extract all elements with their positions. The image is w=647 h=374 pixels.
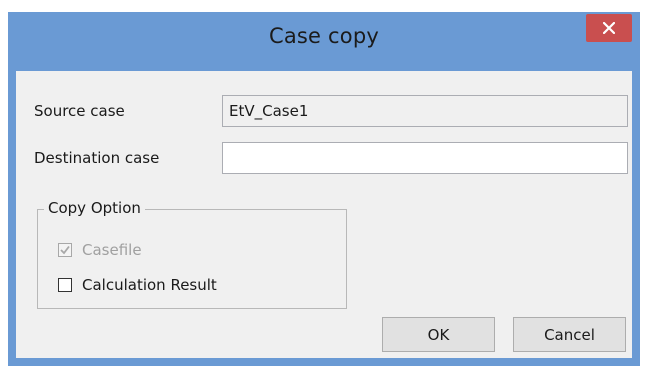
copy-option-group: Copy Option Casefile Calculation Result (37, 199, 347, 309)
dialog-content: Source case EtV_Case1 Destination case C… (16, 71, 632, 358)
calculation-result-option[interactable]: Calculation Result (58, 276, 217, 294)
casefile-checkbox (58, 243, 72, 257)
cancel-button[interactable]: Cancel (513, 317, 626, 352)
destination-case-input[interactable] (222, 142, 628, 174)
calculation-result-checkbox[interactable] (58, 278, 72, 292)
title-bar[interactable]: Case copy (8, 12, 640, 72)
source-case-field: EtV_Case1 (222, 95, 628, 127)
casefile-label: Casefile (82, 241, 142, 259)
dialog-window: Case copy Source case EtV_Case1 Destinat… (8, 12, 640, 366)
close-button[interactable] (586, 14, 632, 42)
ok-button[interactable]: OK (382, 317, 495, 352)
casefile-option: Casefile (58, 241, 142, 259)
close-icon (603, 22, 615, 34)
checkmark-icon (60, 245, 70, 255)
copy-option-legend: Copy Option (44, 199, 145, 217)
destination-case-label: Destination case (34, 149, 160, 167)
source-case-label: Source case (34, 102, 125, 120)
dialog-title: Case copy (268, 24, 380, 48)
calculation-result-label[interactable]: Calculation Result (82, 276, 217, 294)
